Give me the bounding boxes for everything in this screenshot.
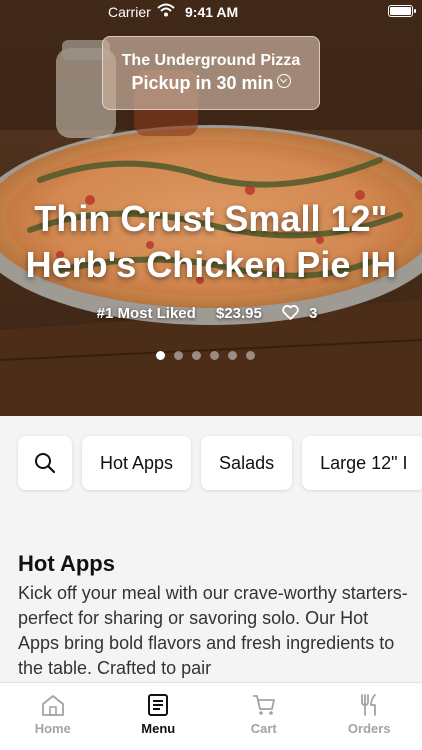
chevron-down-icon xyxy=(276,74,291,88)
carousel-dot[interactable] xyxy=(210,351,219,360)
carousel-dot[interactable] xyxy=(228,351,237,360)
bottom-tab-bar: Home Menu Cart Orders xyxy=(0,682,422,750)
carousel-dot[interactable] xyxy=(246,351,255,360)
section-title: Hot Apps xyxy=(18,551,115,576)
featured-price: $23.95 xyxy=(215,305,262,322)
tab-menu[interactable]: Menu xyxy=(106,683,212,750)
featured-title-line2: Herb's Chicken Pie IH xyxy=(25,244,397,285)
featured-meta: #1 Most Liked $23.95 3 xyxy=(0,305,422,322)
pickup-time: Pickup in 30 min xyxy=(103,73,319,94)
carousel-dots[interactable] xyxy=(156,351,255,360)
carousel-dot[interactable] xyxy=(156,351,165,360)
category-chip-large-12[interactable]: Large 12" I xyxy=(302,436,422,490)
wifi-icon xyxy=(157,3,175,17)
menu-section-hot-apps: Hot Apps Kick off your meal with our cra… xyxy=(18,550,408,681)
featured-item-title: Thin Crust Small 12" Herb's Chicken Pie … xyxy=(0,196,422,288)
carousel-dot[interactable] xyxy=(192,351,201,360)
battery-icon xyxy=(388,5,416,17)
heart-icon xyxy=(282,305,299,320)
search-icon xyxy=(35,453,56,474)
tab-home[interactable]: Home xyxy=(0,683,106,750)
carrier-label: Carrier xyxy=(108,4,151,20)
carousel-dot[interactable] xyxy=(174,351,183,360)
category-bar: Hot Apps Salads Large 12" I xyxy=(18,436,422,490)
category-chip-salads[interactable]: Salads xyxy=(201,436,293,490)
search-button[interactable] xyxy=(18,436,72,490)
tab-orders-label: Orders xyxy=(347,721,391,736)
section-description: Kick off your meal with our crave-worthy… xyxy=(18,583,408,678)
home-icon xyxy=(41,695,64,716)
featured-title-line1: Thin Crust Small 12" xyxy=(34,198,388,239)
store-name: The Underground Pizza xyxy=(121,52,301,69)
like-count[interactable]: 3 xyxy=(282,305,325,322)
cart-icon xyxy=(252,695,275,715)
category-chip-hot-apps[interactable]: Hot Apps xyxy=(82,436,192,490)
tab-menu-label: Menu xyxy=(141,721,176,736)
app-screen: Carrier 9:41 AM The Underground Pizza Pi… xyxy=(0,0,422,750)
featured-hero[interactable]: Carrier 9:41 AM The Underground Pizza Pi… xyxy=(0,0,422,416)
tab-home-label: Home xyxy=(34,721,71,736)
tab-cart[interactable]: Cart xyxy=(211,683,317,750)
store-pickup-selector[interactable]: The Underground Pizza Pickup in 30 min xyxy=(102,36,320,110)
fork-knife-icon xyxy=(361,694,377,716)
clock: 9:41 AM xyxy=(185,4,239,20)
menu-book-icon xyxy=(148,694,169,716)
most-liked-badge: #1 Most Liked xyxy=(96,305,196,322)
status-bar: Carrier 9:41 AM xyxy=(0,0,422,24)
tab-cart-label: Cart xyxy=(250,721,277,736)
tab-orders[interactable]: Orders xyxy=(317,683,422,750)
